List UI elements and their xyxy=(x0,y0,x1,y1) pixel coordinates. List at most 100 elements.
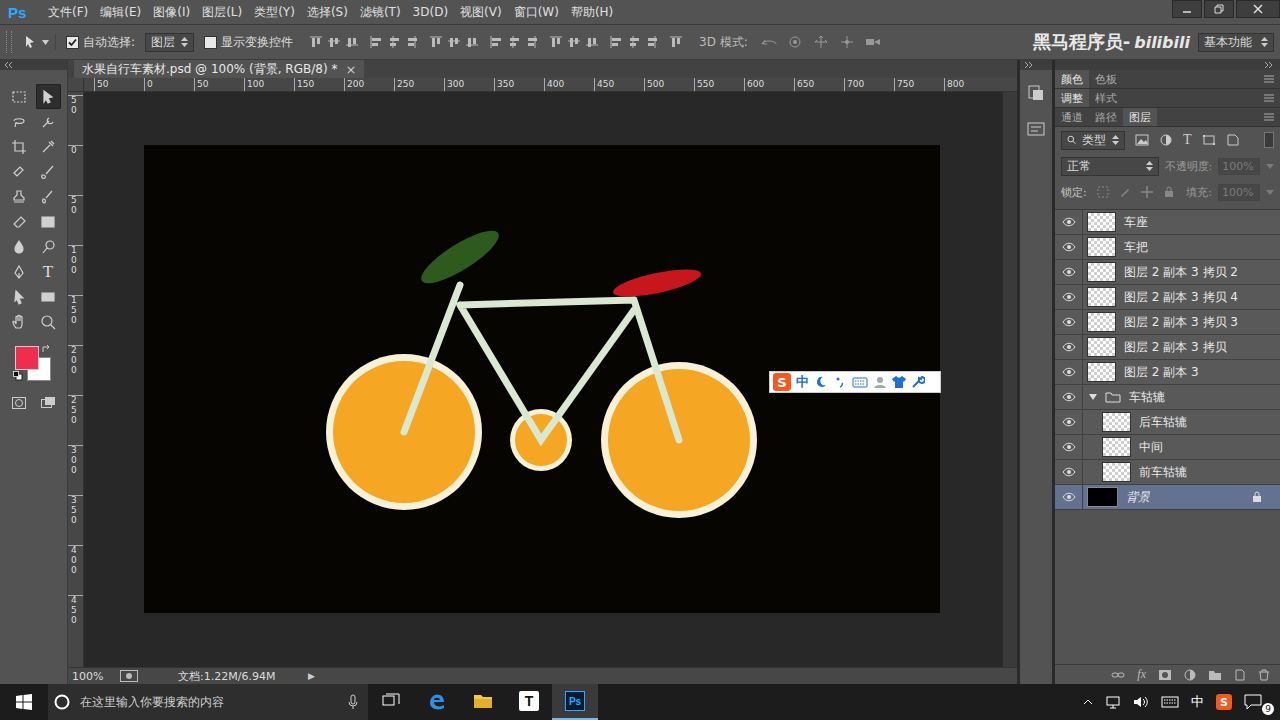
tool-preset-picker[interactable] xyxy=(22,34,56,50)
layer-row[interactable]: 车轱辘 xyxy=(1055,385,1280,410)
smart-object-filter-icon[interactable] xyxy=(1226,134,1240,146)
menu-item[interactable]: 窗口(W) xyxy=(508,4,565,21)
action-center-button[interactable]: 9 xyxy=(1244,692,1270,712)
taskbar-app[interactable] xyxy=(414,684,460,720)
trash-icon[interactable] xyxy=(1258,669,1270,681)
align-icon[interactable] xyxy=(465,35,479,49)
3d-tool-icon[interactable] xyxy=(812,34,830,50)
align-icon[interactable] xyxy=(387,35,401,49)
layer-style-button[interactable]: fx xyxy=(1137,667,1146,682)
skin-icon[interactable] xyxy=(892,375,906,389)
expanded-arrow-icon[interactable] xyxy=(1089,393,1097,401)
status-menu-button[interactable]: ▶ xyxy=(308,671,315,681)
default-colors-icon[interactable] xyxy=(13,371,23,381)
moon-icon[interactable] xyxy=(814,375,828,389)
auto-select-target-dropdown[interactable]: 图层 xyxy=(145,33,194,52)
panel-tab[interactable]: 颜色 xyxy=(1055,70,1089,88)
panel-tab[interactable]: 通道 xyxy=(1055,108,1089,126)
keyboard-icon[interactable] xyxy=(852,375,868,389)
align-icon[interactable] xyxy=(327,35,341,49)
show-transform-checkbox[interactable]: 显示变换控件 xyxy=(204,34,293,51)
layer-row[interactable]: 图层 2 副本 3 拷贝 4 xyxy=(1055,285,1280,310)
lock-icon[interactable] xyxy=(1252,491,1262,503)
3d-tool-icon[interactable] xyxy=(786,34,804,50)
panel-menu-icon[interactable] xyxy=(1264,94,1274,102)
align-icon[interactable] xyxy=(609,35,623,49)
network-icon[interactable] xyxy=(1105,695,1121,709)
layer-row[interactable]: 中间 xyxy=(1055,435,1280,460)
microphone-icon[interactable] xyxy=(348,694,358,710)
tool-button[interactable] xyxy=(36,109,61,134)
tool-button[interactable] xyxy=(7,234,32,259)
workspace-dropdown[interactable]: 基本功能 xyxy=(1198,33,1274,52)
ime-mode[interactable]: 中 xyxy=(796,373,809,391)
menu-item[interactable]: 滤镜(T) xyxy=(354,4,407,21)
align-icon[interactable] xyxy=(567,35,581,49)
user-icon[interactable] xyxy=(873,375,887,389)
panel-tab[interactable]: 路径 xyxy=(1089,108,1123,126)
tool-button[interactable] xyxy=(7,259,32,284)
dropdown-arrow-icon[interactable] xyxy=(1266,164,1274,169)
tool-button[interactable] xyxy=(7,309,32,334)
align-icon[interactable] xyxy=(369,35,383,49)
layer-row[interactable]: 前车轱辘 xyxy=(1055,460,1280,485)
ime-toolbar[interactable]: S 中 xyxy=(769,371,941,393)
align-icon[interactable] xyxy=(447,35,461,49)
visibility-toggle[interactable] xyxy=(1055,285,1083,309)
tool-button[interactable] xyxy=(7,159,32,184)
layer-row[interactable]: 车把 xyxy=(1055,235,1280,260)
restore-button[interactable] xyxy=(1204,0,1234,18)
close-button[interactable] xyxy=(1236,0,1280,18)
blend-mode-dropdown[interactable]: 正常 xyxy=(1061,157,1159,176)
layer-filter-dropdown[interactable]: 类型 xyxy=(1061,131,1125,150)
chevron-up-icon[interactable] xyxy=(1083,698,1093,706)
toolbox-collapse-bar[interactable] xyxy=(0,60,67,70)
visibility-toggle[interactable] xyxy=(1055,360,1083,384)
new-layer-icon[interactable] xyxy=(1234,669,1246,681)
align-icon[interactable] xyxy=(627,35,641,49)
tool-button[interactable] xyxy=(7,109,32,134)
menu-item[interactable]: 选择(S) xyxy=(301,4,354,21)
tool-button[interactable] xyxy=(7,184,32,209)
tool-button[interactable] xyxy=(36,134,61,159)
dock-collapse-bar[interactable] xyxy=(1055,60,1280,70)
tool-button[interactable] xyxy=(7,209,32,234)
zoom-field[interactable]: 100% xyxy=(72,670,110,683)
panel-tab[interactable]: 色板 xyxy=(1089,70,1123,88)
new-group-icon[interactable] xyxy=(1208,669,1222,681)
tool-button[interactable] xyxy=(36,284,61,309)
lock-option-icon[interactable] xyxy=(1141,186,1153,198)
panel-tab[interactable]: 调整 xyxy=(1055,89,1089,107)
menu-item[interactable]: 文件(F) xyxy=(42,4,94,21)
layer-row[interactable]: 图层 2 副本 3 拷贝 3 xyxy=(1055,310,1280,335)
visibility-toggle[interactable] xyxy=(1055,310,1083,334)
layer-row[interactable]: 图层 2 副本 3 拷贝 xyxy=(1055,335,1280,360)
visibility-toggle[interactable] xyxy=(1055,385,1083,409)
minimize-button[interactable] xyxy=(1172,0,1202,18)
volume-icon[interactable] xyxy=(1133,695,1149,709)
taskbar-app[interactable]: T xyxy=(506,684,552,720)
visibility-toggle[interactable] xyxy=(1055,335,1083,359)
screen-mode-button[interactable] xyxy=(36,390,61,415)
taskbar-app[interactable] xyxy=(368,684,414,720)
taskbar-app[interactable]: Ps xyxy=(552,684,598,720)
align-icon[interactable] xyxy=(345,35,359,49)
tool-button[interactable] xyxy=(36,159,61,184)
taskbar-search[interactable]: 在这里输入你要搜索的内容 xyxy=(48,684,368,720)
swap-colors-icon[interactable] xyxy=(41,344,51,354)
taskbar-app[interactable] xyxy=(460,684,506,720)
align-icon[interactable] xyxy=(549,35,563,49)
tool-button[interactable] xyxy=(36,234,61,259)
align-icon[interactable] xyxy=(507,35,521,49)
lock-option-icon[interactable] xyxy=(1119,186,1131,198)
punctuation-icon[interactable] xyxy=(833,375,847,389)
panel-tab[interactable]: 图层 xyxy=(1123,108,1157,126)
dropdown-arrow-icon[interactable] xyxy=(1266,190,1274,195)
strip-collapse-bar[interactable] xyxy=(1020,60,1052,70)
menu-item[interactable]: 图像(I) xyxy=(147,4,196,21)
visibility-toggle[interactable] xyxy=(1055,210,1083,234)
tab-close-button[interactable]: × xyxy=(345,62,356,77)
opacity-field[interactable]: 100% xyxy=(1218,158,1260,175)
3d-tool-icon[interactable] xyxy=(760,34,778,50)
panel-tab[interactable]: 样式 xyxy=(1089,89,1123,107)
